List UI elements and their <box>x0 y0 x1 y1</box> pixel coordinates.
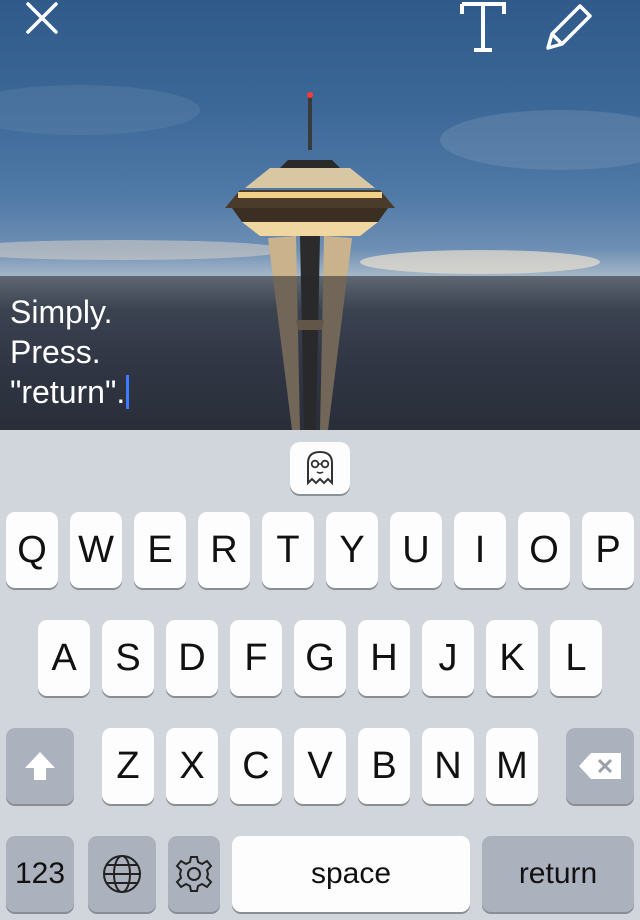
key-y[interactable]: Y <box>326 512 378 588</box>
globe-icon <box>103 855 141 893</box>
text-tool-icon <box>460 2 506 52</box>
key-a[interactable]: A <box>38 620 90 696</box>
key-b[interactable]: B <box>358 728 410 804</box>
key-d[interactable]: D <box>166 620 218 696</box>
text-tool-button[interactable] <box>458 0 520 60</box>
globe-key[interactable] <box>88 836 156 912</box>
close-button[interactable] <box>24 0 88 44</box>
text-cursor <box>126 375 130 409</box>
key-u[interactable]: U <box>390 512 442 588</box>
shift-key[interactable] <box>6 728 74 804</box>
gear-icon <box>175 856 213 892</box>
key-l[interactable]: L <box>550 620 602 696</box>
ghost-icon <box>307 450 333 486</box>
key-v[interactable]: V <box>294 728 346 804</box>
key-s[interactable]: S <box>102 620 154 696</box>
photo-canvas: Simply. Press. "return". <box>0 0 640 430</box>
caption-line-2: Press. <box>10 334 101 370</box>
key-q[interactable]: Q <box>6 512 58 588</box>
key-o[interactable]: O <box>518 512 570 588</box>
return-key[interactable]: return <box>482 836 634 912</box>
ghost-suggestion-button[interactable] <box>290 442 350 494</box>
key-r[interactable]: R <box>198 512 250 588</box>
backspace-icon <box>579 753 621 779</box>
key-c[interactable]: C <box>230 728 282 804</box>
numbers-key[interactable]: 123 <box>6 836 74 912</box>
key-z[interactable]: Z <box>102 728 154 804</box>
key-x[interactable]: X <box>166 728 218 804</box>
close-icon <box>26 2 58 34</box>
key-j[interactable]: J <box>422 620 474 696</box>
pencil-icon <box>546 4 592 50</box>
key-e[interactable]: E <box>134 512 186 588</box>
key-f[interactable]: F <box>230 620 282 696</box>
key-n[interactable]: N <box>422 728 474 804</box>
key-k[interactable]: K <box>486 620 538 696</box>
pencil-tool-button[interactable] <box>540 0 606 60</box>
settings-key[interactable] <box>168 836 220 912</box>
caption-line-3: "return". <box>10 374 126 410</box>
caption-text[interactable]: Simply. Press. "return". <box>10 292 130 412</box>
key-g[interactable]: G <box>294 620 346 696</box>
key-m[interactable]: M <box>486 728 538 804</box>
space-key[interactable]: space <box>232 836 470 912</box>
backspace-key[interactable] <box>566 728 634 804</box>
key-t[interactable]: T <box>262 512 314 588</box>
caption-line-1: Simply. <box>10 294 113 330</box>
key-w[interactable]: W <box>70 512 122 588</box>
key-h[interactable]: H <box>358 620 410 696</box>
key-i[interactable]: I <box>454 512 506 588</box>
key-p[interactable]: P <box>582 512 634 588</box>
shift-arrow-icon <box>25 752 55 780</box>
